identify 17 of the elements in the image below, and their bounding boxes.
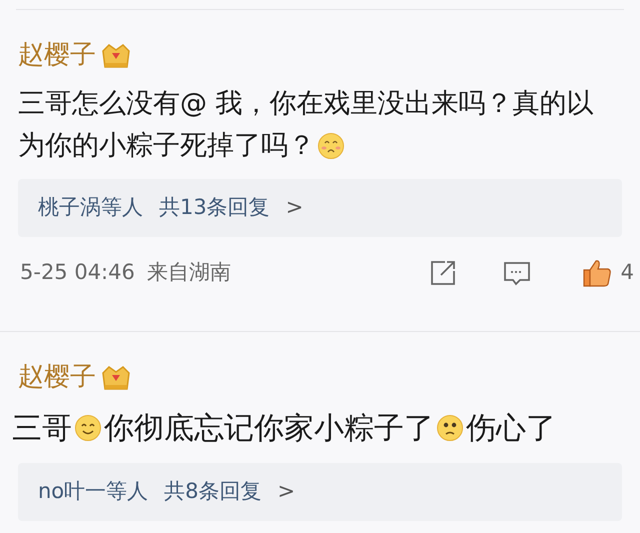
comment-text: 三哥: [12, 411, 72, 446]
smiling-face-icon: [74, 414, 102, 442]
location: 来自湖南: [146, 259, 231, 286]
replies-link[interactable]: 桃子涡等人 共13条回复 >: [18, 179, 622, 237]
author-name[interactable]: 赵樱子: [18, 358, 96, 397]
share-icon[interactable]: [428, 259, 457, 287]
author-name[interactable]: 赵樱子: [18, 36, 96, 75]
blushing-face-icon: [317, 132, 345, 160]
sad-face-icon: [436, 414, 464, 442]
like-count: 4: [620, 259, 634, 286]
comment-text: 为你的小粽子死掉了吗？: [18, 129, 315, 163]
replies-link[interactable]: no叶一等人 共8条回复 >: [18, 463, 622, 521]
comment-icon[interactable]: [502, 259, 531, 287]
timestamp: 5-25 04:46: [20, 259, 135, 286]
comment-text: 三哥怎么没有@ 我，你在戏里没出来吗？真的以: [18, 87, 594, 121]
comment-text: 伤心了: [466, 411, 556, 446]
comment-text: 你彻底忘记你家小粽子了: [104, 411, 434, 446]
